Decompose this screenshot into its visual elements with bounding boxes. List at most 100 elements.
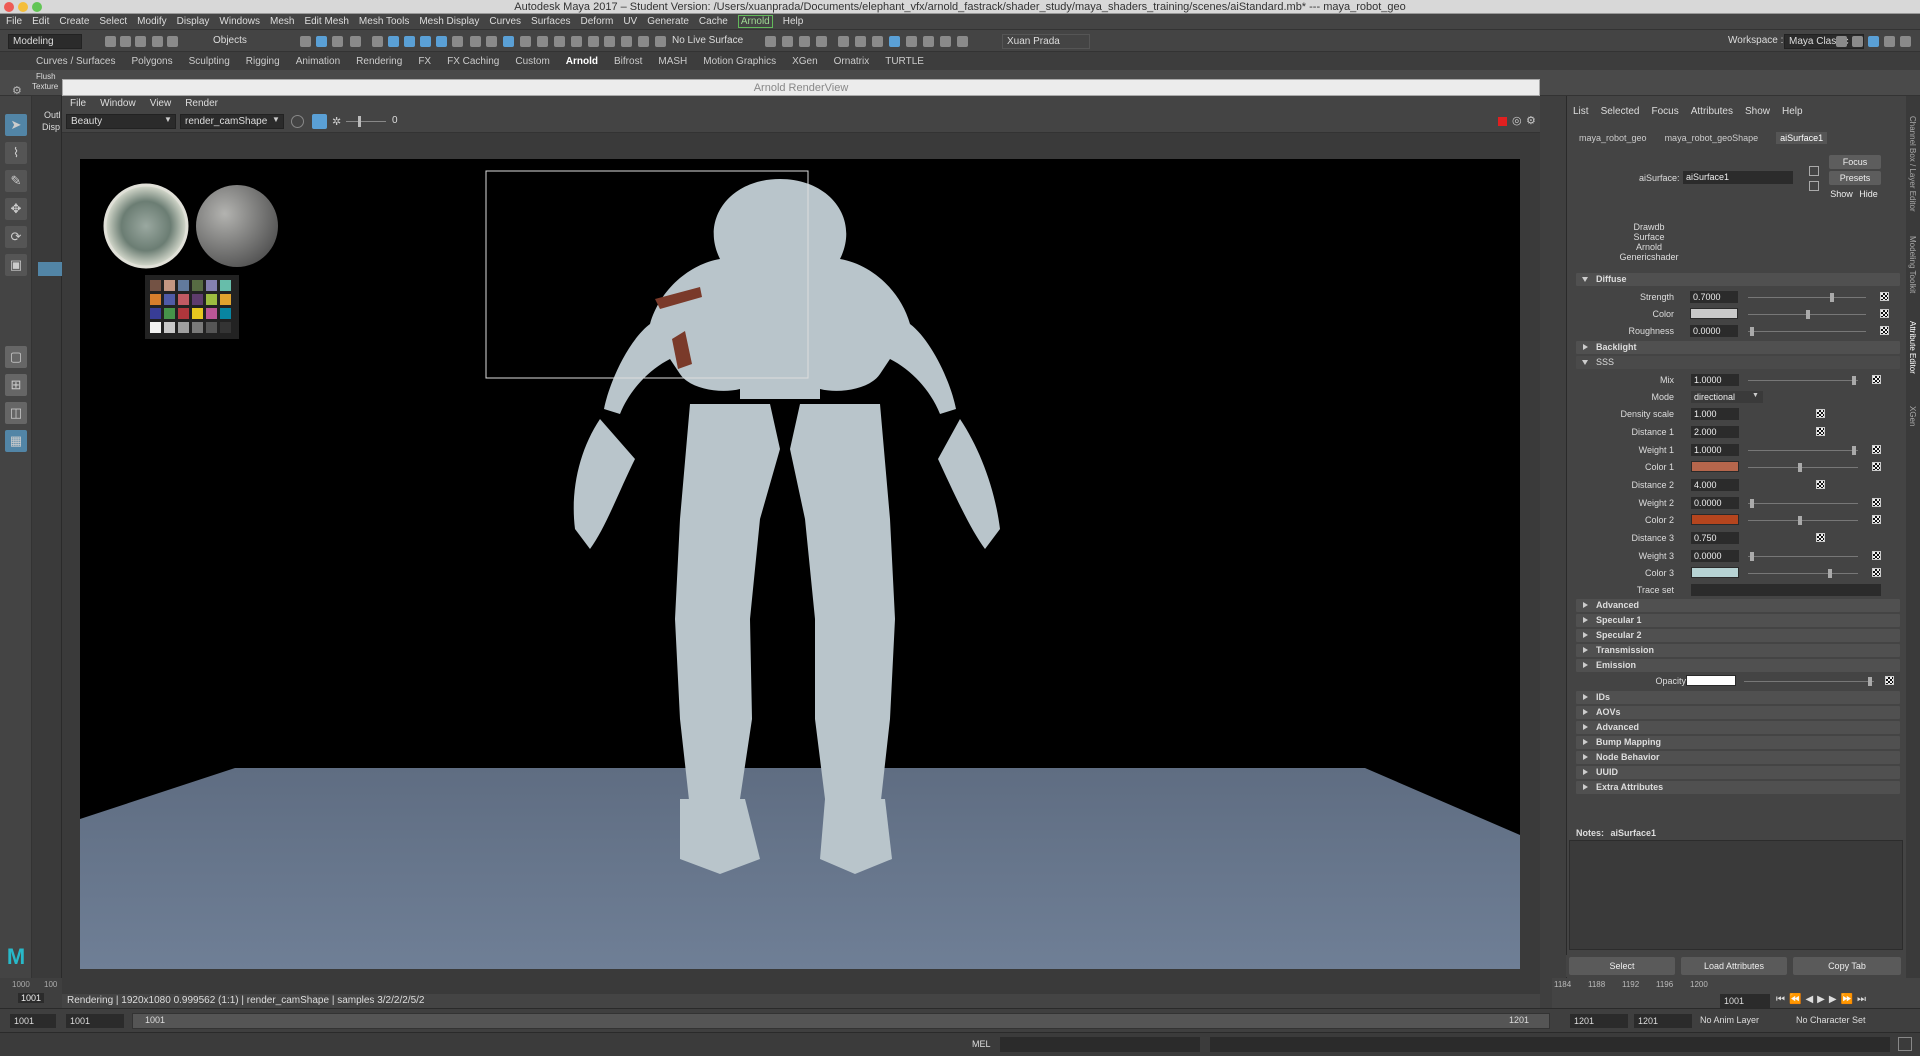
toggle-modeling-toolkit-icon[interactable] [889, 36, 900, 47]
ae-menu-show[interactable]: Show [1745, 106, 1770, 117]
crop-region-icon[interactable] [291, 115, 304, 128]
weight-1-slider[interactable] [1748, 446, 1858, 455]
render-frame-icon[interactable] [782, 36, 793, 47]
user-dropdown[interactable]: Xuan Prada [1002, 34, 1090, 49]
strength-field[interactable]: 0.7000 [1690, 291, 1738, 303]
mel-label[interactable]: MEL [972, 1039, 991, 1049]
layout-settings-icon[interactable] [1900, 36, 1911, 47]
render-settings-gear-icon[interactable]: ⚙ [1526, 114, 1536, 127]
camera-dropdown[interactable]: render_camShape [180, 114, 284, 129]
select-object-icon[interactable] [316, 36, 327, 47]
magnet-icon-4[interactable] [571, 36, 582, 47]
weight-2-field[interactable]: 0.0000 [1691, 497, 1739, 509]
weight-1-map-icon[interactable] [1872, 445, 1881, 454]
go-to-end-icon[interactable]: ⏭ [1857, 994, 1870, 1005]
toggle-attribute-editor-icon[interactable] [923, 36, 934, 47]
rotate-tool-icon[interactable]: ⟳ [5, 226, 27, 248]
color-3-map-icon[interactable] [1872, 568, 1881, 577]
render-view-icon[interactable] [765, 36, 776, 47]
section-transmission[interactable]: Transmission [1576, 644, 1900, 657]
notes-textarea[interactable] [1569, 840, 1903, 950]
section-backlight[interactable]: Backlight [1576, 341, 1900, 354]
exposure-slider[interactable] [346, 116, 386, 127]
command-input[interactable] [1000, 1037, 1200, 1052]
menu-help[interactable]: Help [783, 16, 804, 27]
section-aovs[interactable]: AOVs [1576, 706, 1900, 719]
trace-set-field[interactable] [1691, 584, 1881, 596]
menu-display[interactable]: Display [177, 16, 210, 27]
side-tab-modeling-toolkit[interactable]: Modeling Toolkit [1908, 236, 1917, 293]
shelf-texture-label[interactable]: Texture [32, 82, 58, 91]
node-tab-robot-geo-shape[interactable]: maya_robot_geoShape [1665, 133, 1759, 143]
roughness-field[interactable]: 0.0000 [1690, 325, 1738, 337]
layout-outliner-icon[interactable] [1884, 36, 1895, 47]
shelf-tab-fx[interactable]: FX [418, 56, 431, 67]
color-1-swatch[interactable] [1691, 461, 1739, 472]
section-specular-1[interactable]: Specular 1 [1576, 614, 1900, 627]
shelf-tab-ornatrix[interactable]: Ornatrix [834, 56, 870, 67]
distance-3-map-icon[interactable] [1816, 533, 1825, 542]
left-frame-field[interactable]: 1001 [18, 993, 45, 1003]
section-node-behavior[interactable]: Node Behavior [1576, 751, 1900, 764]
opacity-map-icon[interactable] [1885, 676, 1894, 685]
section-advanced-2[interactable]: Advanced [1576, 721, 1900, 734]
script-editor-icon[interactable] [1898, 1037, 1912, 1051]
side-tab-channel-box[interactable]: Channel Box / Layer Editor [1908, 116, 1917, 212]
menu-cache[interactable]: Cache [699, 16, 728, 27]
magnet-icon-7[interactable] [621, 36, 632, 47]
new-scene-icon[interactable] [105, 36, 116, 47]
color-3-slider[interactable] [1748, 569, 1858, 578]
render-viewport[interactable] [80, 159, 1520, 969]
magnet-icon-8[interactable] [638, 36, 649, 47]
renderview-menu-file[interactable]: File [70, 98, 86, 109]
weight-1-field[interactable]: 1.0000 [1691, 444, 1739, 456]
menu-uv[interactable]: UV [623, 16, 637, 27]
menu-surfaces[interactable]: Surfaces [531, 16, 570, 27]
opacity-slider[interactable] [1744, 677, 1874, 686]
magnet-icon-3[interactable] [554, 36, 565, 47]
render-settings-icon[interactable] [816, 36, 827, 47]
current-frame-field[interactable]: 1001 [1720, 994, 1770, 1008]
construction-icon[interactable] [486, 36, 497, 47]
node-name-field[interactable]: aiSurface1 [1683, 171, 1793, 184]
shelf-tab-xgen[interactable]: XGen [792, 56, 818, 67]
step-forward-icon[interactable]: ▶ [1829, 994, 1841, 1005]
live-surface-label[interactable]: No Live Surface [672, 35, 743, 46]
color-swatch[interactable] [1690, 308, 1738, 319]
scale-tool-icon[interactable]: ▣ [5, 254, 27, 276]
shelf-tab-mash[interactable]: MASH [658, 56, 687, 67]
shelf-tab-rendering[interactable]: Rendering [356, 56, 402, 67]
anim-start-field[interactable]: 1001 [66, 1014, 124, 1028]
presets-button[interactable]: Presets [1829, 171, 1881, 185]
weight-2-map-icon[interactable] [1872, 498, 1881, 507]
output-connections-icon[interactable] [1809, 181, 1819, 191]
menu-edit[interactable]: Edit [32, 16, 49, 27]
ae-menu-selected[interactable]: Selected [1601, 106, 1640, 117]
ae-menu-attributes[interactable]: Attributes [1691, 106, 1733, 117]
section-emission[interactable]: Emission [1576, 659, 1900, 672]
toggle-character-icon[interactable] [906, 36, 917, 47]
menu-mesh-display[interactable]: Mesh Display [419, 16, 479, 27]
move-tool-icon[interactable]: ✥ [5, 198, 27, 220]
start-time-field[interactable]: 1001 [10, 1014, 56, 1028]
show-button[interactable]: Show [1829, 187, 1854, 201]
outliner-tab[interactable]: Outl [44, 110, 61, 120]
renderview-menu-window[interactable]: Window [100, 98, 136, 109]
select-tool-icon[interactable]: ➤ [5, 114, 27, 136]
menu-windows[interactable]: Windows [219, 16, 260, 27]
density-scale-field[interactable]: 1.000 [1691, 408, 1739, 420]
color-2-map-icon[interactable] [1872, 515, 1881, 524]
weight-3-map-icon[interactable] [1872, 551, 1881, 560]
lasso-tool-icon[interactable]: ⌇ [5, 142, 27, 164]
aov-dropdown[interactable]: Beauty [66, 114, 176, 129]
shelf-tab-turtle[interactable]: TURTLE [885, 56, 924, 67]
snap-view-plane-icon[interactable] [420, 36, 431, 47]
color-slider[interactable] [1748, 310, 1866, 319]
exposure-value[interactable]: 0 [392, 115, 398, 126]
open-scene-icon[interactable] [120, 36, 131, 47]
ae-select-button[interactable]: Select [1569, 957, 1675, 975]
density-scale-map-icon[interactable] [1816, 409, 1825, 418]
menu-create[interactable]: Create [59, 16, 89, 27]
magnet-icon-5[interactable] [588, 36, 599, 47]
anim-end-field[interactable]: 1201 [1634, 1014, 1692, 1028]
